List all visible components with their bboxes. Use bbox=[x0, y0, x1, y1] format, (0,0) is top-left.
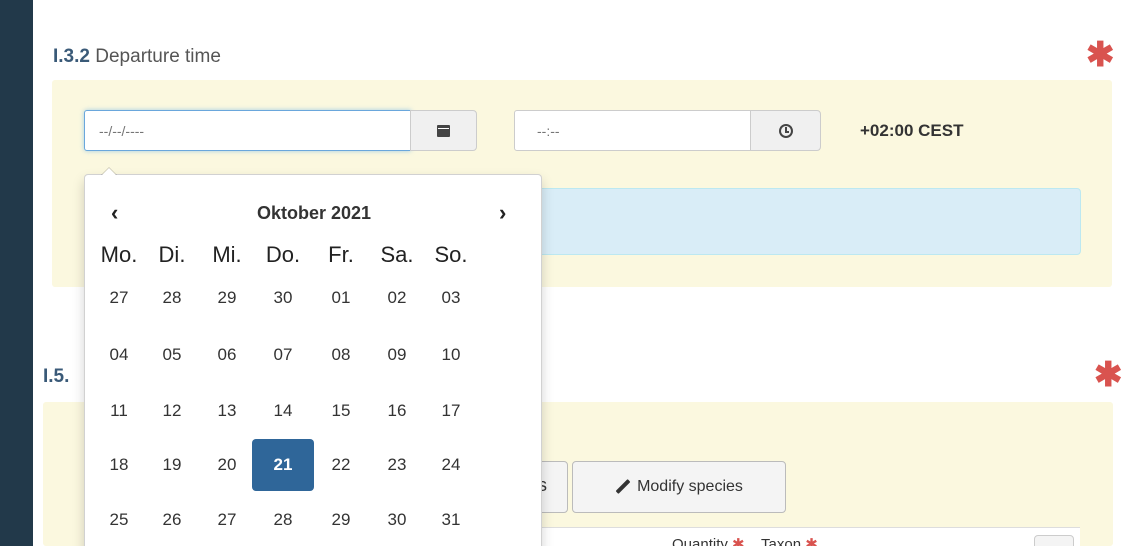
day-cell[interactable]: 28 bbox=[252, 494, 314, 546]
day-cell[interactable]: 22 bbox=[310, 439, 372, 491]
clock-icon bbox=[778, 123, 793, 138]
day-cell[interactable]: 30 bbox=[366, 494, 428, 546]
day-cell[interactable]: 12 bbox=[141, 385, 203, 437]
month-title[interactable]: Oktober 2021 bbox=[85, 203, 543, 224]
day-cell[interactable]: 07 bbox=[252, 329, 314, 381]
day-cell[interactable]: 15 bbox=[310, 385, 372, 437]
day-cell[interactable]: 27 bbox=[196, 494, 258, 546]
day-cell[interactable]: 29 bbox=[196, 272, 258, 324]
left-sidebar-bar bbox=[0, 0, 33, 546]
next-month-button[interactable]: › bbox=[499, 202, 506, 224]
day-cell[interactable]: 02 bbox=[366, 272, 428, 324]
day-cell[interactable]: 29 bbox=[310, 494, 372, 546]
calendar-icon bbox=[437, 124, 450, 137]
calendar-button[interactable] bbox=[410, 110, 477, 151]
timezone-label: +02:00 CEST bbox=[860, 121, 964, 140]
day-cell[interactable]: 01 bbox=[310, 272, 372, 324]
section-label: Departure time bbox=[95, 46, 221, 67]
species-table-header: Quantity ✱ Taxon ✱ bbox=[672, 535, 818, 546]
section-number: I.5. bbox=[43, 366, 70, 387]
day-cell-selected[interactable]: 21 bbox=[252, 439, 314, 491]
modify-species-button[interactable]: Modify species bbox=[572, 461, 786, 513]
day-cell[interactable]: 31 bbox=[420, 494, 482, 546]
info-box bbox=[460, 188, 1081, 255]
clock-button[interactable] bbox=[750, 110, 821, 151]
pencil-icon bbox=[615, 479, 631, 495]
weekday-header: Sa. bbox=[380, 242, 414, 267]
day-cell[interactable]: 19 bbox=[141, 439, 203, 491]
required-star-icon: ✱ bbox=[1086, 36, 1115, 74]
day-cell[interactable]: 13 bbox=[196, 385, 258, 437]
datepicker-popup: ‹ Oktober 2021 › Mo. Di. Mi. Do. Fr. Sa. So. 27… bbox=[84, 167, 543, 546]
required-star-icon: ✱ bbox=[805, 536, 818, 546]
table-action-button[interactable] bbox=[1034, 535, 1074, 546]
weekday-header: Di. bbox=[158, 242, 186, 267]
day-cell[interactable]: 23 bbox=[366, 439, 428, 491]
required-star-icon: ✱ bbox=[732, 536, 745, 546]
day-cell[interactable]: 06 bbox=[196, 329, 258, 381]
section-title-i5: I.5. bbox=[43, 366, 69, 388]
weekday-header: Fr. bbox=[328, 242, 354, 267]
day-cell[interactable]: 16 bbox=[366, 385, 428, 437]
section-number: I.3.2 bbox=[53, 46, 90, 67]
day-cell[interactable]: 26 bbox=[141, 494, 203, 546]
section-title-departure-time: I.3.2 Departure time bbox=[53, 46, 221, 68]
weekday-header: Do. bbox=[265, 242, 301, 267]
time-input[interactable] bbox=[514, 110, 751, 151]
day-cell[interactable]: 17 bbox=[420, 385, 482, 437]
column-header-taxon: Taxon bbox=[761, 536, 802, 546]
weekday-header: Mo. bbox=[100, 242, 138, 267]
weekday-header: So. bbox=[434, 242, 468, 267]
modify-species-label: Modify species bbox=[637, 478, 743, 495]
weekday-header: Mi. bbox=[212, 242, 242, 267]
day-cell[interactable]: 10 bbox=[420, 329, 482, 381]
day-cell[interactable]: 28 bbox=[141, 272, 203, 324]
day-cell[interactable]: 30 bbox=[252, 272, 314, 324]
date-input[interactable] bbox=[84, 110, 411, 151]
day-cell[interactable]: 14 bbox=[252, 385, 314, 437]
day-cell[interactable]: 08 bbox=[310, 329, 372, 381]
page: I.3.2 Departure time ✱ +02:00 CEST I.5. … bbox=[0, 0, 1125, 546]
day-cell[interactable]: 24 bbox=[420, 439, 482, 491]
required-star-icon: ✱ bbox=[1094, 356, 1123, 394]
day-cell[interactable]: 09 bbox=[366, 329, 428, 381]
day-cell[interactable]: 20 bbox=[196, 439, 258, 491]
day-cell[interactable]: 05 bbox=[141, 329, 203, 381]
column-header-quantity: Quantity bbox=[672, 536, 728, 546]
day-cell[interactable]: 03 bbox=[420, 272, 482, 324]
